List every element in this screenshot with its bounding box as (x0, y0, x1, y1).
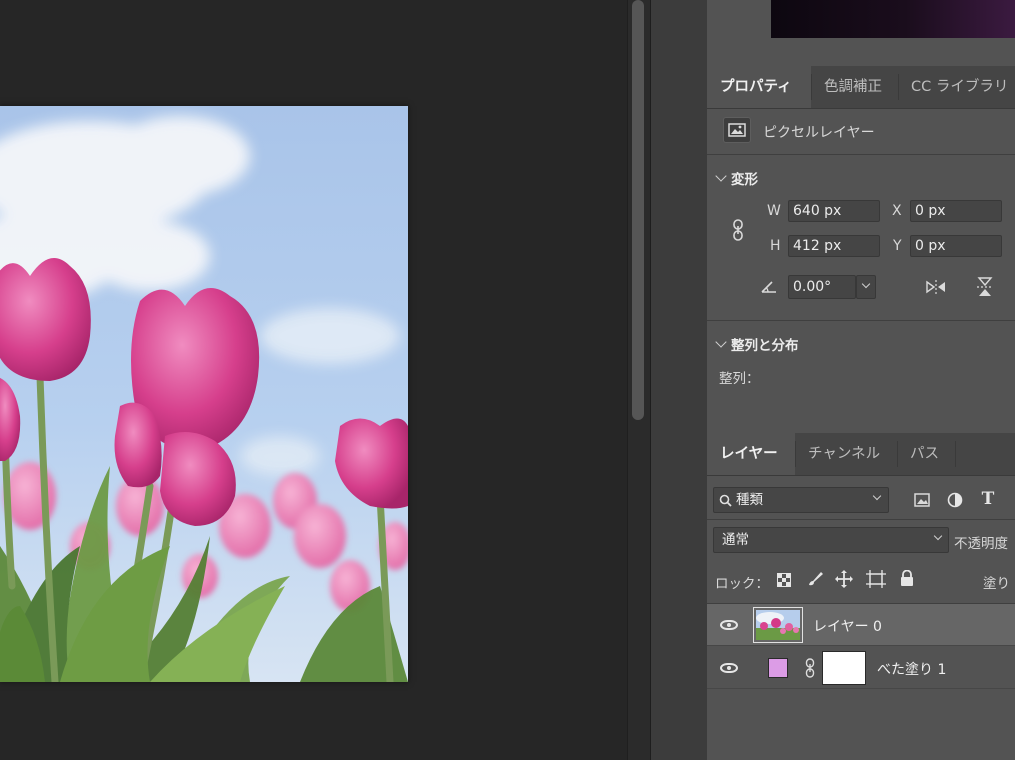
right-panel: プロパティ 色調補正 CC ライブラリ ピクセルレイヤー 変形 W 640 px… (707, 0, 1015, 760)
tulip-image[interactable] (0, 106, 408, 682)
divider (707, 320, 1015, 321)
tab-adjustments[interactable]: 色調補正 (811, 66, 898, 108)
search-icon (719, 494, 732, 507)
lock-transparent-pixels-icon[interactable] (775, 571, 793, 589)
chevron-down-icon (715, 336, 727, 348)
lock-image-pixels-icon[interactable] (805, 569, 825, 589)
transform-title: 変形 (731, 172, 758, 188)
layer-filter-label: 種類 (736, 492, 763, 508)
align-label: 整列： (719, 371, 760, 387)
document-canvas[interactable] (0, 0, 627, 760)
lock-label: ロック： (715, 576, 769, 592)
navigator-preview[interactable] (771, 0, 1015, 38)
layer-kind-label: ピクセルレイヤー (763, 125, 875, 141)
width-label: W (767, 203, 781, 219)
visibility-eye-icon[interactable] (719, 616, 739, 634)
mask-link-icon[interactable] (803, 657, 817, 679)
fill-color-swatch[interactable] (768, 658, 788, 678)
divider (707, 519, 1015, 520)
opacity-label: 不透明度 (954, 536, 1008, 552)
lock-artboard-icon[interactable] (865, 569, 887, 589)
align-title: 整列と分布 (731, 338, 799, 354)
height-field[interactable]: 412 px (788, 235, 880, 257)
pixel-layer-icon (723, 117, 751, 143)
link-dimensions-icon[interactable] (729, 218, 747, 242)
layer-name[interactable]: べた塗り 1 (877, 659, 946, 679)
width-field[interactable]: 640 px (788, 200, 880, 222)
x-position-field[interactable]: 0 px (910, 200, 1002, 222)
panel-dock-strip (650, 0, 708, 760)
canvas-scrollbar-thumb[interactable] (632, 0, 644, 420)
divider (707, 154, 1015, 155)
layer-thumbnail (753, 607, 803, 643)
angle-dropdown[interactable] (856, 275, 876, 299)
tab-properties[interactable]: プロパティ (707, 66, 811, 108)
properties-tabbar: プロパティ 色調補正 CC ライブラリ (707, 66, 1015, 109)
blend-mode-dropdown[interactable]: 通常 (713, 527, 949, 553)
tab-separator (955, 441, 956, 467)
chevron-down-icon (715, 170, 727, 182)
y-label: Y (893, 238, 902, 254)
blend-mode-value: 通常 (722, 532, 749, 548)
chevron-down-icon (933, 531, 943, 541)
chevron-down-icon (872, 491, 882, 501)
filter-adjustment-icon[interactable] (945, 490, 965, 510)
navigator-panel (707, 0, 1015, 67)
fill-label: 塗り (983, 576, 1010, 592)
height-label: H (770, 238, 781, 254)
layer-name[interactable]: レイヤー 0 (813, 616, 882, 636)
filter-type-icon[interactable]: T (977, 488, 999, 510)
tab-layers[interactable]: レイヤー (707, 433, 795, 475)
tab-paths[interactable]: パス (897, 433, 955, 475)
tab-cc-libraries[interactable]: CC ライブラリ (898, 66, 1015, 108)
transform-section-header[interactable]: 変形 (715, 168, 758, 188)
flip-vertical-icon[interactable] (975, 275, 995, 299)
angle-field[interactable]: 0.00° (788, 275, 856, 299)
layer-mask-thumbnail[interactable] (822, 651, 866, 685)
tab-channels[interactable]: チャンネル (795, 433, 897, 475)
angle-icon (759, 277, 779, 297)
x-label: X (892, 203, 902, 219)
align-section-header[interactable]: 整列と分布 (715, 334, 799, 354)
filter-pixel-icon[interactable] (912, 490, 932, 510)
layer-filter-dropdown[interactable]: 種類 (713, 487, 889, 513)
layers-tabbar: レイヤー チャンネル パス (707, 433, 1015, 476)
layer-thumbnail-image (756, 610, 800, 640)
visibility-eye-icon[interactable] (719, 659, 739, 677)
flip-horizontal-icon[interactable] (925, 277, 947, 297)
chevron-down-icon (861, 279, 871, 289)
layer-row-layer-0[interactable]: レイヤー 0 (707, 604, 1015, 646)
lock-position-icon[interactable] (834, 569, 854, 589)
layer-row-solid-fill-1[interactable]: べた塗り 1 (707, 647, 1015, 689)
lock-all-icon[interactable] (898, 568, 916, 588)
y-position-field[interactable]: 0 px (910, 235, 1002, 257)
